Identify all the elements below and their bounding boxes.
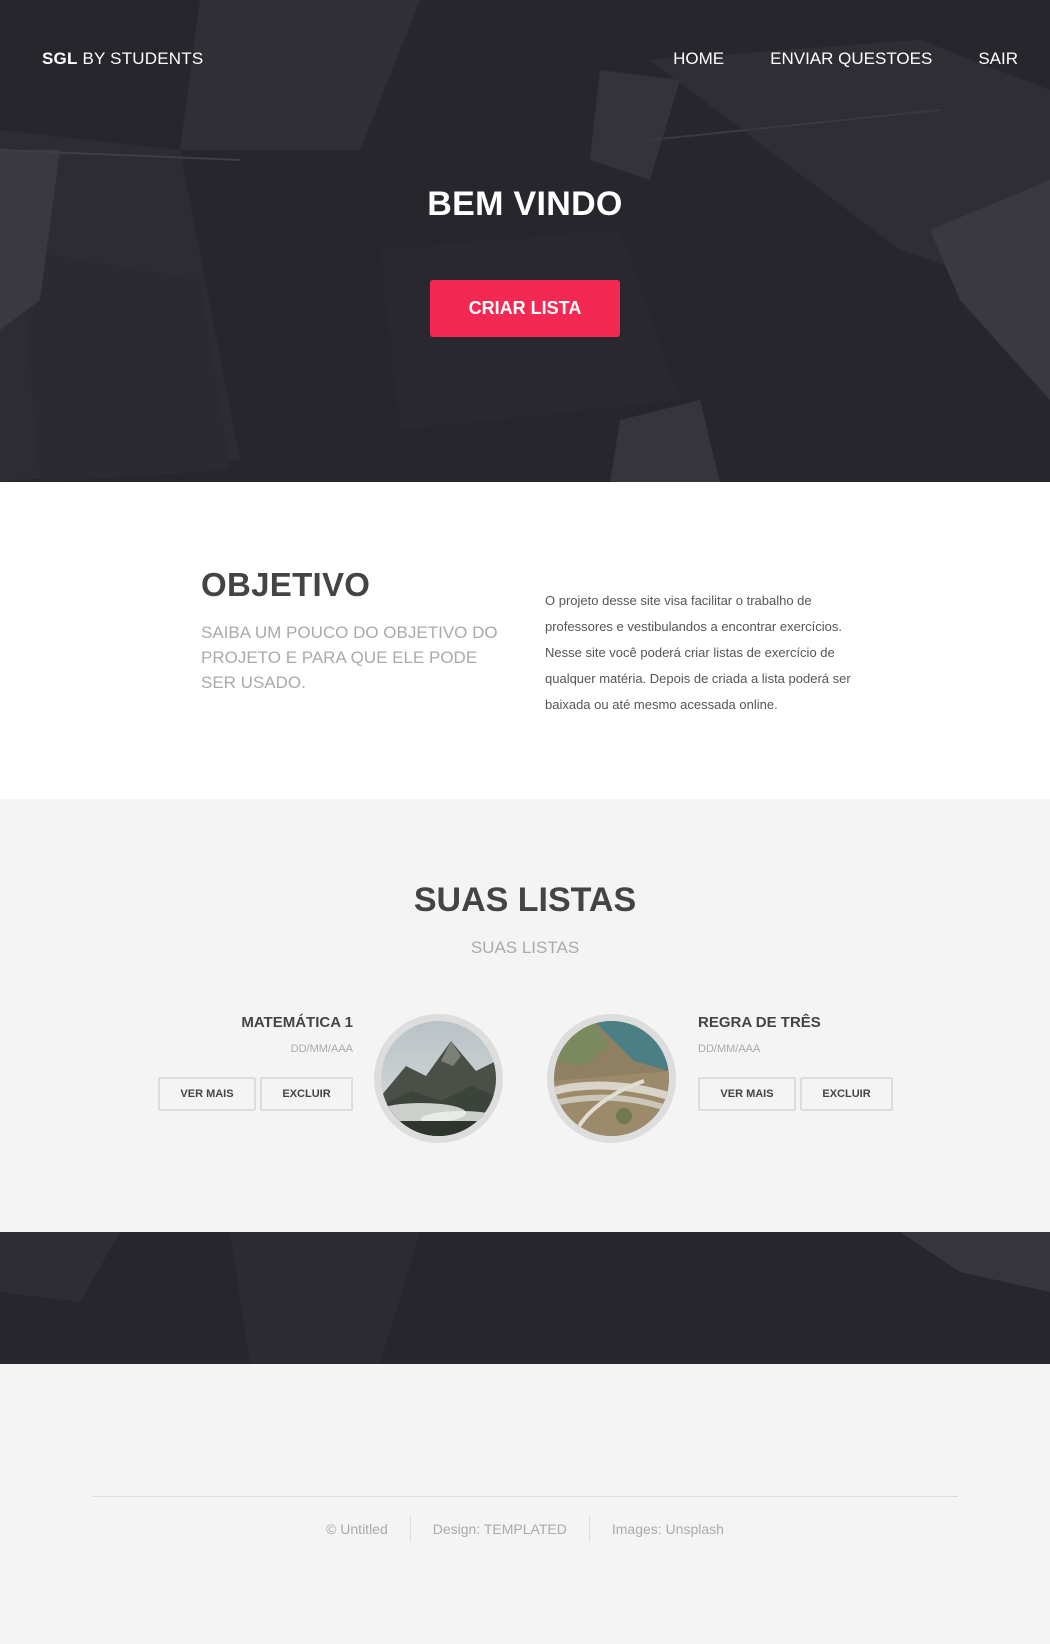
footer-design-credit[interactable]: Design: TEMPLATED [411, 1517, 589, 1541]
list-card-actions: VER MAIS EXCLUIR [158, 1077, 353, 1111]
list-name: REGRA DE TRÊS [698, 1014, 821, 1031]
list-card-info: MATEMÁTICA 1 DD/MM/AAA [153, 1014, 353, 1055]
list-card-actions: VER MAIS EXCLUIR [698, 1077, 893, 1111]
objetivo-header: OBJETIVO SAIBA UM POUCO DO OBJETIVO DO P… [201, 566, 511, 695]
site-logo[interactable]: SGL BY STUDENTS [42, 49, 203, 69]
highway-aerial-photo [554, 1021, 669, 1136]
footer-copyright: © Untitled Design: TEMPLATED Images: Uns… [0, 1516, 1050, 1542]
main-nav: HOME ENVIAR QUESTOES SAIR [627, 49, 1018, 69]
objetivo-title: OBJETIVO [201, 566, 371, 603]
list-thumbnail[interactable] [547, 1014, 676, 1143]
excluir-button[interactable]: EXCLUIR [800, 1077, 893, 1111]
list-thumbnail[interactable] [374, 1014, 503, 1143]
hero-banner: SGL BY STUDENTS HOME ENVIAR QUESTOES SAI… [0, 0, 1050, 482]
list-date: DD/MM/AAA [290, 1043, 353, 1055]
criar-lista-button[interactable]: CRIAR LISTA [430, 280, 620, 337]
page-footer: © Untitled Design: TEMPLATED Images: Uns… [0, 1364, 1050, 1644]
ver-mais-button[interactable]: VER MAIS [158, 1077, 256, 1111]
nav-home-link[interactable]: HOME [673, 49, 724, 69]
excluir-button[interactable]: EXCLUIR [260, 1077, 353, 1111]
list-date: DD/MM/AAA [698, 1043, 761, 1055]
list-name: MATEMÁTICA 1 [241, 1014, 353, 1031]
objetivo-section: OBJETIVO SAIBA UM POUCO DO OBJETIVO DO P… [0, 482, 1050, 799]
top-navigation-bar: SGL BY STUDENTS HOME ENVIAR QUESTOES SAI… [0, 0, 1050, 118]
mountain-photo [381, 1021, 496, 1136]
ver-mais-button[interactable]: VER MAIS [698, 1077, 796, 1111]
nav-enviar-questoes-link[interactable]: ENVIAR QUESTOES [770, 49, 932, 69]
nav-sair-link[interactable]: SAIR [978, 49, 1018, 69]
suas-listas-section: SUAS LISTAS SUAS LISTAS MATEMÁTICA 1 DD/… [0, 799, 1050, 1232]
hero-title: BEM VINDO [427, 185, 623, 223]
decorative-banner [0, 1232, 1050, 1364]
logo-rest-text: BY STUDENTS [77, 49, 204, 68]
banner-background-image [0, 1232, 1050, 1364]
suas-listas-title: SUAS LISTAS [413, 881, 637, 919]
footer-divider [92, 1496, 958, 1497]
objetivo-subtitle: SAIBA UM POUCO DO OBJETIVO DO PROJETO E … [201, 623, 498, 692]
footer-copyright-text: © Untitled [326, 1521, 388, 1537]
logo-bold-text: SGL [42, 49, 78, 68]
footer-images-credit[interactable]: Images: Unsplash [590, 1517, 746, 1541]
suas-listas-subtitle: SUAS LISTAS [470, 938, 580, 957]
list-card-info: REGRA DE TRÊS DD/MM/AAA [698, 1014, 898, 1055]
objetivo-description: O projeto desse site visa facilitar o tr… [545, 593, 851, 712]
